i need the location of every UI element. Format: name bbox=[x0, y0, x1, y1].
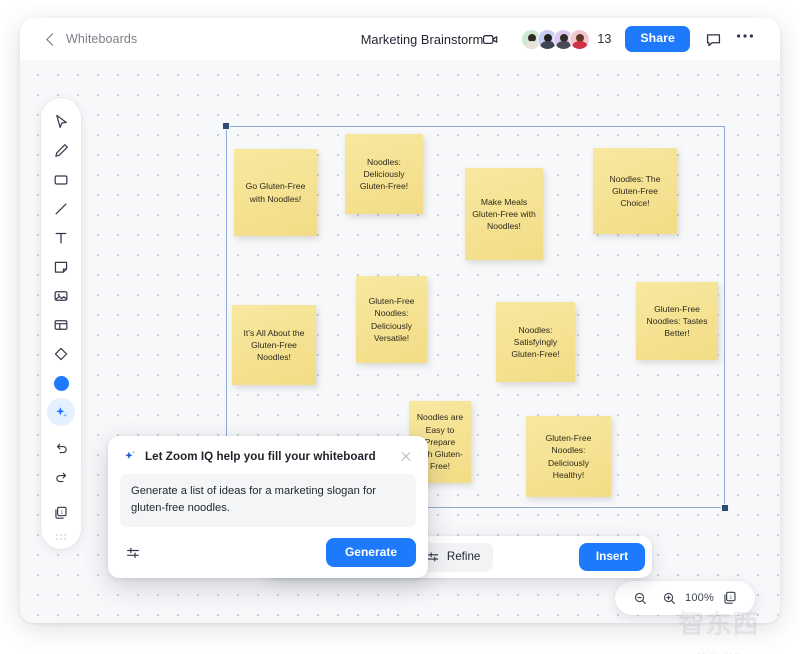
image-icon bbox=[54, 291, 68, 301]
tool-line[interactable] bbox=[46, 195, 76, 223]
redo-icon bbox=[55, 472, 66, 482]
sticky-note[interactable]: Noodles: The Gluten-Free Choice! bbox=[593, 148, 677, 234]
sticky-note-text: Noodles: Deliciously Gluten-Free! bbox=[359, 156, 409, 192]
sticky-note[interactable]: Gluten-Free Noodles: Tastes Better! bbox=[636, 282, 718, 360]
zoom-in-button[interactable] bbox=[656, 585, 682, 611]
pencil-icon bbox=[54, 144, 68, 157]
app-header: Whiteboards Marketing Brainstorm 13 Shar… bbox=[20, 18, 780, 60]
participant-avatars[interactable] bbox=[521, 28, 591, 50]
zoom-controls: 100% 1 bbox=[615, 581, 755, 615]
tool-text[interactable] bbox=[46, 224, 76, 252]
tool-image[interactable] bbox=[46, 282, 76, 310]
sticky-note-text: Noodles: Satisfyingly Gluten-Free! bbox=[511, 324, 560, 360]
cursor-select-icon bbox=[55, 114, 67, 128]
header-actions: 13 Share bbox=[477, 26, 758, 52]
line-icon bbox=[55, 203, 67, 215]
sticky-note-icon bbox=[54, 261, 68, 273]
sticky-note[interactable]: Gluten-Free Noodles: Deliciously Versati… bbox=[356, 276, 427, 363]
sticky-note-text: Noodles: The Gluten-Free Choice! bbox=[609, 173, 661, 209]
back-label: Whiteboards bbox=[66, 32, 138, 46]
tool-shape[interactable] bbox=[46, 166, 76, 194]
video-camera-icon bbox=[482, 34, 498, 44]
board-title-text: Marketing Brainstorm bbox=[360, 31, 484, 47]
zoom-in-icon bbox=[663, 592, 675, 604]
more-options-button[interactable] bbox=[732, 26, 758, 52]
whiteboard-canvas[interactable]: Go Gluten-Free with Noodles! Noodles: De… bbox=[20, 60, 780, 623]
zoom-iq-title: Let Zoom IQ help you fill your whiteboar… bbox=[145, 449, 376, 463]
comment-bubble-icon bbox=[706, 33, 720, 46]
close-icon[interactable] bbox=[398, 448, 414, 464]
tool-select[interactable] bbox=[46, 108, 76, 136]
generate-button[interactable]: Generate bbox=[325, 538, 416, 568]
sticky-note[interactable]: It's All About the Gluten-Free Noodles! bbox=[232, 305, 316, 385]
avatar-head bbox=[559, 33, 568, 42]
avatar[interactable] bbox=[569, 28, 591, 50]
svg-text:1: 1 bbox=[60, 510, 63, 516]
sticky-note[interactable]: Make Meals Gluten-Free with Noodles! bbox=[465, 168, 543, 260]
ai-sparkle-icon bbox=[55, 406, 67, 417]
sticky-note-text: Gluten-Free Noodles: Deliciously Healthy… bbox=[545, 433, 592, 480]
avatar-head bbox=[543, 33, 552, 42]
back-to-whiteboards-link[interactable]: Whiteboards bbox=[46, 32, 138, 46]
insert-button[interactable]: Insert bbox=[578, 542, 645, 572]
prompt-settings-button[interactable] bbox=[120, 541, 146, 565]
refine-label: Refine bbox=[446, 549, 481, 563]
chevron-left-icon bbox=[46, 32, 59, 46]
tool-sticky-note[interactable] bbox=[46, 253, 76, 281]
zoom-level-label[interactable]: 100% bbox=[685, 592, 714, 604]
sliders-icon bbox=[127, 547, 139, 558]
tool-undo[interactable] bbox=[46, 434, 76, 462]
avatar-body bbox=[572, 41, 588, 49]
undo-icon bbox=[56, 443, 67, 453]
frame-icon bbox=[54, 320, 68, 330]
color-swatch-icon bbox=[53, 375, 69, 391]
sticky-note-text: Gluten-Free Noodles: Deliciously Versati… bbox=[368, 296, 415, 343]
grip-handle-icon[interactable] bbox=[55, 534, 67, 541]
tool-color-swatch[interactable] bbox=[46, 369, 76, 397]
sticky-note[interactable]: Noodles: Satisfyingly Gluten-Free! bbox=[496, 302, 575, 382]
start-video-button[interactable] bbox=[477, 26, 503, 52]
sticky-note-text: Gluten-Free Noodles: Tastes Better! bbox=[646, 303, 708, 339]
sticky-note-text: Make Meals Gluten-Free with Noodles! bbox=[472, 196, 536, 232]
tool-redo[interactable] bbox=[46, 463, 76, 491]
pages-icon: 1 bbox=[724, 591, 736, 604]
tool-pages[interactable]: 1 bbox=[46, 499, 76, 527]
selection-handle-bottom-right[interactable] bbox=[721, 504, 729, 512]
tool-zoom-iq[interactable] bbox=[47, 398, 75, 426]
avatar-head bbox=[575, 33, 584, 42]
avatar-head bbox=[527, 33, 536, 42]
svg-text:1: 1 bbox=[729, 595, 732, 601]
zoom-out-icon bbox=[634, 592, 646, 604]
share-button[interactable]: Share bbox=[625, 26, 690, 52]
selection-handle-top-left[interactable] bbox=[222, 122, 230, 130]
zoom-out-button[interactable] bbox=[627, 585, 653, 611]
sticky-note[interactable]: Go Gluten-Free with Noodles! bbox=[234, 149, 317, 236]
pages-button[interactable]: 1 bbox=[717, 585, 743, 611]
tool-palette: 1 bbox=[41, 98, 81, 549]
eraser-icon bbox=[54, 347, 68, 361]
app-root: Whiteboards Marketing Brainstorm 13 Shar… bbox=[0, 0, 800, 654]
participant-count: 13 bbox=[597, 32, 612, 46]
sticky-note-text: It's All About the Gluten-Free Noodles! bbox=[243, 327, 305, 363]
rectangle-icon bbox=[54, 175, 68, 185]
tool-eraser[interactable] bbox=[46, 340, 76, 368]
tool-frame[interactable] bbox=[46, 311, 76, 339]
comments-button[interactable] bbox=[700, 26, 726, 52]
sticky-note[interactable]: Noodles: Deliciously Gluten-Free! bbox=[345, 134, 423, 214]
more-horizontal-icon bbox=[737, 34, 753, 38]
pages-icon: 1 bbox=[55, 506, 67, 519]
sticky-note[interactable]: Gluten-Free Noodles: Deliciously Healthy… bbox=[526, 416, 611, 497]
prompt-input[interactable]: Generate a list of ideas for a marketing… bbox=[120, 474, 416, 528]
zoom-iq-dialog: Let Zoom IQ help you fill your whiteboar… bbox=[108, 436, 428, 579]
zoom-iq-footer: Generate bbox=[120, 538, 416, 568]
zoom-iq-header: Let Zoom IQ help you fill your whiteboar… bbox=[120, 447, 416, 464]
text-icon bbox=[55, 232, 67, 244]
tool-draw[interactable] bbox=[46, 137, 76, 165]
sticky-note-text: Go Gluten-Free with Noodles! bbox=[245, 181, 306, 204]
ai-sparkle-icon bbox=[125, 450, 135, 459]
watermark-sub: zhidx.com bbox=[654, 638, 784, 654]
whiteboard-window: Whiteboards Marketing Brainstorm 13 Shar… bbox=[20, 18, 780, 623]
